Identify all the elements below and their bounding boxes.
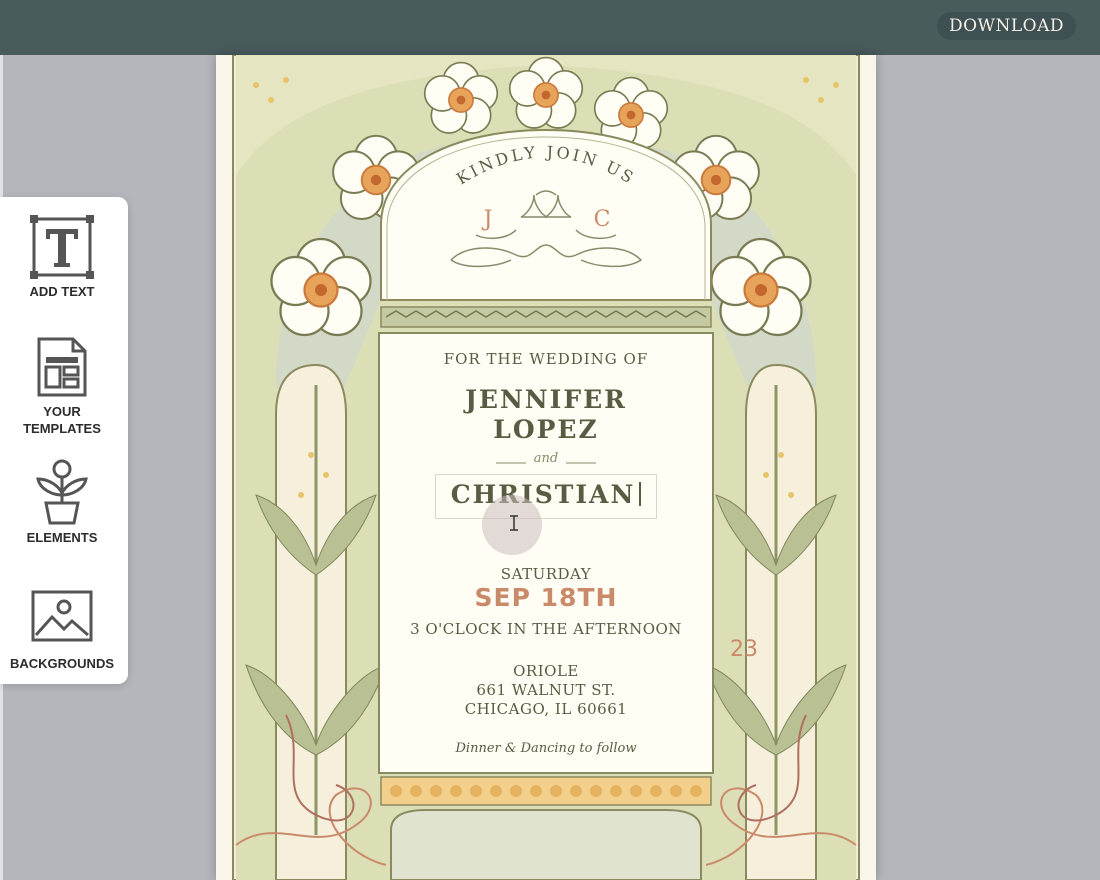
plant-icon: [36, 459, 88, 525]
intro-text[interactable]: FOR THE WEDDING OF: [216, 350, 876, 368]
city-text[interactable]: CHICAGO, IL 60661: [216, 700, 876, 718]
initial-right: C: [593, 207, 611, 232]
text-cursor-icon: [510, 515, 518, 531]
elements-tool[interactable]: ELEMENTS: [0, 457, 124, 546]
text-icon: [30, 215, 94, 279]
name2-text: CHRISTIAN: [450, 480, 636, 509]
name2-editing[interactable]: CHRISTIAN: [216, 480, 876, 509]
top-bar: DOWNLOAD: [0, 0, 1100, 55]
arch-heading-text: KINDLY JOIN US: [453, 142, 636, 188]
your-templates-label-line1: YOUR: [43, 404, 81, 419]
tool-sidebar: ADD TEXT YOUR TEMPLATES ELEMENTS BACKGRO…: [0, 197, 128, 684]
your-templates-tool[interactable]: YOUR TEMPLATES: [0, 335, 124, 437]
name1-line2: LOPEZ: [493, 415, 599, 444]
day-text[interactable]: SATURDAY: [216, 565, 876, 583]
footer-text[interactable]: Dinner & Dancing to follow: [216, 741, 876, 756]
elements-label: ELEMENTS: [26, 530, 98, 545]
name1[interactable]: JENNIFER LOPEZ: [216, 385, 876, 445]
backgrounds-label: BACKGROUNDS: [10, 656, 114, 671]
name1-line1: JENNIFER: [465, 385, 627, 414]
year-right[interactable]: 23: [216, 637, 876, 662]
backgrounds-tool[interactable]: BACKGROUNDS: [0, 589, 124, 672]
add-text-label: ADD TEXT: [29, 284, 95, 299]
venue-text[interactable]: ORIOLE: [216, 662, 876, 680]
conjunction-text[interactable]: and: [216, 451, 876, 466]
text-caret: [639, 482, 642, 506]
time-text[interactable]: 3 O'CLOCK IN THE AFTERNOON: [216, 620, 876, 638]
your-templates-label: YOUR TEMPLATES: [0, 403, 124, 437]
image-icon: [31, 590, 93, 642]
date-text[interactable]: SEP 18TH: [216, 583, 876, 612]
your-templates-label-line2: TEMPLATES: [23, 421, 101, 436]
invitation-canvas[interactable]: KINDLY JOIN US J C FOR THE WEDDING OF JE…: [216, 55, 876, 880]
template-icon: [37, 337, 87, 397]
add-text-tool[interactable]: ADD TEXT: [0, 215, 124, 300]
svg-text:KINDLY JOIN US: KINDLY JOIN US: [453, 142, 639, 188]
street-text[interactable]: 661 WALNUT ST.: [216, 681, 876, 699]
download-button[interactable]: DOWNLOAD: [936, 12, 1076, 40]
arch-heading: KINDLY JOIN US: [453, 142, 639, 188]
